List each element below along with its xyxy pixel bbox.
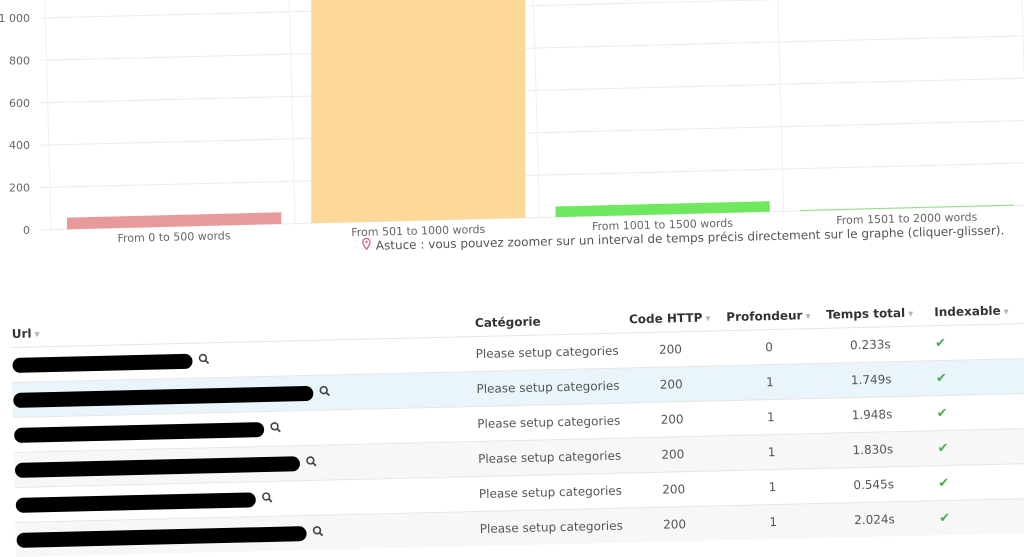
indexable-cell: ✔ [924, 498, 1024, 536]
chart-bars [67, 0, 1014, 230]
grid-line [288, 0, 296, 224]
http-code-cell: 200 [626, 505, 724, 543]
redacted-url [15, 491, 256, 513]
depth-cell: 1 [722, 503, 825, 541]
chevron-down-icon[interactable]: ▾ [805, 311, 810, 322]
y-tick-label: 200 [9, 182, 30, 195]
redacted-url [12, 353, 193, 373]
col-header-code[interactable]: Code HTTP ▾ [621, 283, 718, 333]
http-code-cell: 200 [621, 330, 719, 369]
time-cell: 0.233s [819, 326, 922, 364]
depth-cell: 1 [718, 363, 821, 401]
bar-4[interactable] [799, 204, 1014, 212]
y-tick-label: 400 [9, 139, 30, 152]
grid-line [44, 0, 52, 230]
y-tick-label: 0 [23, 224, 30, 237]
grid-line [39, 120, 1024, 146]
bar-2[interactable] [311, 0, 526, 224]
http-code-cell: 200 [622, 365, 720, 404]
time-cell: 2.024s [823, 501, 926, 538]
time-cell: 0.545s [822, 466, 925, 504]
y-tick-label: 1 000 [0, 12, 30, 25]
search-icon[interactable] [319, 385, 330, 399]
time-cell: 1.830s [821, 431, 924, 469]
grid-line [533, 0, 540, 218]
search-icon[interactable] [270, 422, 281, 436]
grid-line [39, 0, 781, 19]
redacted-url [13, 385, 314, 408]
indexable-cell: ✔ [921, 358, 1024, 397]
pin-icon [362, 237, 372, 253]
grid-line [39, 162, 1024, 189]
depth-cell: 1 [720, 433, 823, 471]
chevron-down-icon[interactable]: ▾ [705, 314, 710, 325]
search-icon[interactable] [306, 456, 317, 470]
check-icon: ✔ [937, 440, 949, 456]
check-icon: ✔ [938, 510, 951, 526]
category-cell: Please setup categories [475, 403, 625, 442]
category-cell: Please setup categories [478, 508, 627, 547]
chevron-down-icon[interactable]: ▾ [34, 329, 39, 340]
depth-cell: 0 [718, 328, 821, 366]
http-code-cell: 200 [625, 470, 723, 509]
grid-line [777, 0, 785, 212]
pages-table: Url ▾ Catégorie Code HTTP ▾ Profondeur ▾ Te… [10, 276, 1024, 557]
chevron-down-icon[interactable]: ▾ [1004, 306, 1009, 317]
pages-table-container: Url ▾ Catégorie Code HTTP ▾ Profondeur ▾ Te… [10, 276, 1024, 557]
chevron-down-icon[interactable]: ▾ [908, 309, 913, 320]
y-tick-label: 800 [9, 54, 30, 67]
col-header-depth[interactable]: Profondeur ▾ [717, 281, 819, 331]
check-icon: ✔ [938, 475, 950, 491]
category-cell: Please setup categories [476, 438, 626, 477]
depth-cell: 1 [721, 468, 824, 506]
check-icon: ✔ [936, 405, 948, 421]
time-cell: 1.749s [820, 361, 923, 399]
http-code-cell: 200 [623, 400, 721, 439]
check-icon: ✔ [934, 335, 947, 351]
grid-line [39, 77, 1024, 104]
indexable-cell: ✔ [923, 428, 1024, 467]
indexable-cell: ✔ [922, 393, 1024, 432]
http-code-cell: 200 [624, 435, 722, 474]
y-axis-labels: 0 200 400 600 800 1 000 [0, 12, 30, 237]
x-tick-label: From 0 to 500 words [117, 229, 231, 245]
col-header-category: Catégorie [474, 314, 541, 331]
depth-cell: 1 [719, 398, 822, 436]
redacted-url [14, 421, 265, 443]
col-header-indexable[interactable]: Indexable ▾ [919, 276, 1024, 326]
indexable-cell: ✔ [920, 323, 1024, 362]
redacted-url [16, 525, 307, 548]
col-header-time[interactable]: Temps total ▾ [818, 279, 920, 329]
search-icon[interactable] [262, 492, 273, 506]
check-icon: ✔ [935, 370, 947, 386]
y-tick-label: 600 [9, 97, 30, 110]
time-cell: 1.948s [820, 396, 924, 434]
grid-line [39, 35, 1024, 61]
category-cell: Please setup categories [477, 473, 627, 512]
indexable-cell: ✔ [923, 463, 1024, 502]
chart-grid [39, 0, 1024, 231]
category-cell: Please setup categories [475, 368, 624, 407]
redacted-url [14, 455, 301, 478]
search-icon[interactable] [198, 353, 210, 367]
category-cell: Please setup categories [474, 333, 623, 372]
